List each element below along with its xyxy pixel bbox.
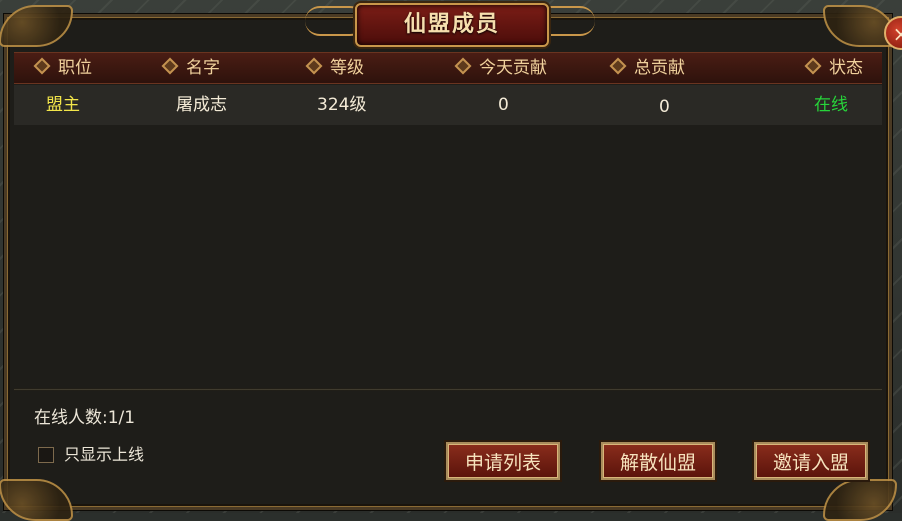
only-online-label: 只显示上线 xyxy=(64,445,145,464)
member-status: 在线 xyxy=(814,95,848,115)
member-today-contribution: 0 xyxy=(498,95,509,115)
diamond-icon xyxy=(161,57,179,75)
table-row[interactable]: 盟主 屠成志 324级 0 0 在线 xyxy=(14,85,882,125)
column-header-today-contribution: 今天贡献 xyxy=(454,53,547,83)
member-level: 324级 xyxy=(317,95,367,115)
diamond-icon xyxy=(305,57,323,75)
apply-list-button[interactable]: 申请列表 xyxy=(446,442,560,480)
disband-guild-button[interactable]: 解散仙盟 xyxy=(601,442,715,480)
ornament-corner-bottom-left xyxy=(0,479,73,521)
only-online-checkbox[interactable] xyxy=(38,447,54,463)
member-position: 盟主 xyxy=(46,95,80,115)
column-header-position: 职位 xyxy=(33,53,92,83)
ornament-corner-bottom-right xyxy=(823,479,897,521)
footer-divider xyxy=(14,388,882,391)
close-icon: × xyxy=(892,22,902,46)
online-count: 在线人数:1/1 xyxy=(34,408,136,428)
member-name: 屠成志 xyxy=(176,95,227,115)
column-header-level: 等级 xyxy=(305,53,364,83)
column-header-status: 状态 xyxy=(804,53,863,83)
member-total-contribution: 0 xyxy=(659,97,670,117)
diamond-icon xyxy=(33,57,51,75)
invite-member-button[interactable]: 邀请入盟 xyxy=(754,442,868,480)
column-header-total-contribution: 总贡献 xyxy=(609,53,685,83)
dialog-title: 仙盟成员 xyxy=(355,3,549,47)
diamond-icon xyxy=(804,57,822,75)
table-header: 职位 名字 等级 今天贡献 总贡献 状态 xyxy=(14,52,882,84)
diamond-icon xyxy=(609,57,627,75)
column-header-name: 名字 xyxy=(161,53,220,83)
diamond-icon xyxy=(454,57,472,75)
